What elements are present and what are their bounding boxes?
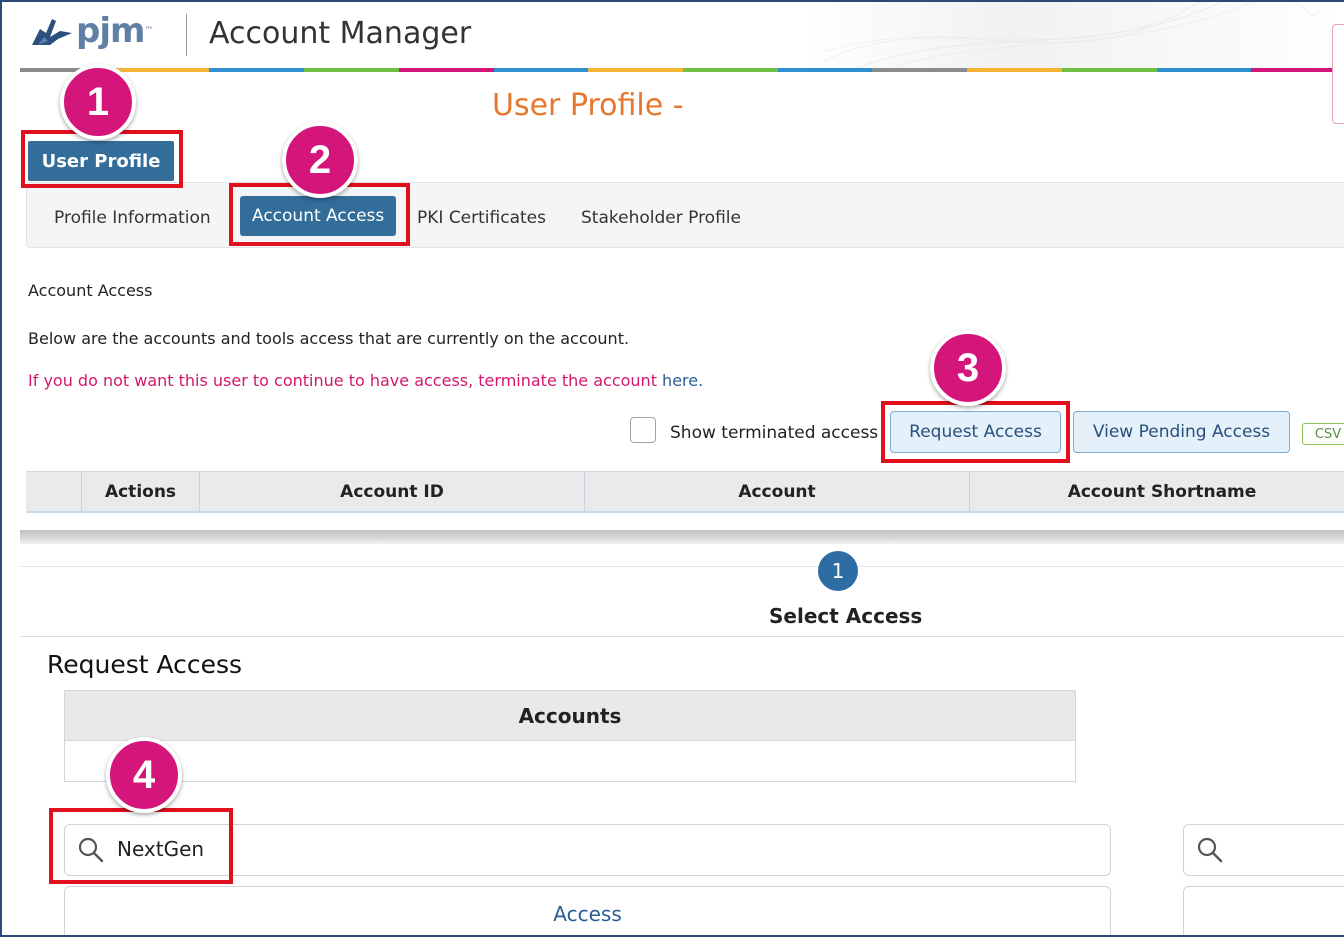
accounts-header[interactable]: Accounts [65,691,1075,741]
app-window: pjm ™ Account Manager User Profile - Use… [0,0,1344,937]
column-header-account-shortname[interactable]: Account Shortname [970,472,1344,511]
logo-text: pjm [76,11,145,51]
column-header-actions[interactable]: Actions [82,472,200,511]
show-terminated-checkbox[interactable] [630,417,656,443]
pjm-logo[interactable]: pjm ™ [30,14,153,48]
color-stripe-segment [872,68,968,72]
tab-profile-information[interactable]: Profile Information [54,204,211,232]
terminate-warning-text: If you do not want this user to continue… [28,371,663,390]
wizard-divider [20,636,1344,637]
header-color-stripe [20,68,1344,72]
selected-access-search-input[interactable] [1183,824,1344,876]
pjm-logo-icon [32,19,72,45]
search-icon [1197,837,1223,863]
header-decoration [822,2,1322,70]
page-title: User Profile - [492,88,684,123]
show-terminated-label: Show terminated access [670,423,879,443]
grid-select-column[interactable] [26,472,82,511]
wizard-progress-line [20,566,1344,567]
wizard-step-label: Select Access [769,604,923,628]
header-divider [186,14,187,56]
highlight-search-input [49,808,233,884]
column-header-account-id[interactable]: Account ID [200,472,585,511]
logo-trademark: ™ [144,26,154,36]
step-marker-3: 3 [930,330,1006,406]
color-stripe-segment [777,68,873,72]
color-stripe-segment [1251,68,1344,72]
accounts-table: Accounts [64,690,1076,782]
selected-access-list [1183,886,1344,935]
screenshot-separator [20,530,1344,544]
column-header-account[interactable]: Account [585,472,970,511]
terminate-warning: If you do not want this user to continue… [28,371,703,390]
access-description: Below are the accounts and tools access … [28,329,630,348]
color-stripe-segment [493,68,589,72]
app-header: pjm ™ Account Manager [2,2,1344,70]
access-list: Access [64,886,1111,935]
tab-pki-certificates[interactable]: PKI Certificates [417,204,546,232]
notification-panel-edge [1332,24,1344,124]
account-grid-header: Actions Account ID Account Account Short… [26,471,1344,513]
app-title: Account Manager [209,16,472,51]
color-stripe-segment [209,68,305,72]
request-access-title: Request Access [47,650,243,679]
step-marker-2: 2 [282,122,358,198]
color-stripe-segment [967,68,1062,72]
color-stripe-segment [1156,68,1252,72]
color-stripe-segment [1061,68,1157,72]
color-stripe-segment [398,68,494,72]
color-stripe-segment [304,68,399,72]
step-marker-1: 1 [60,64,136,140]
access-header[interactable]: Access [65,902,1110,926]
tab-stakeholder-profile[interactable]: Stakeholder Profile [581,204,741,232]
color-stripe-segment [683,68,778,72]
color-stripe-segment [588,68,684,72]
wizard-step-indicator: 1 [818,551,858,591]
color-stripe-segment [114,68,210,72]
view-pending-access-button[interactable]: View Pending Access [1073,411,1290,453]
section-label: Account Access [28,281,153,300]
highlight-request-access [881,401,1070,463]
csv-export-button[interactable]: CSV [1302,423,1344,445]
terminate-link[interactable]: here. [662,371,703,390]
step-marker-4: 4 [106,737,182,813]
